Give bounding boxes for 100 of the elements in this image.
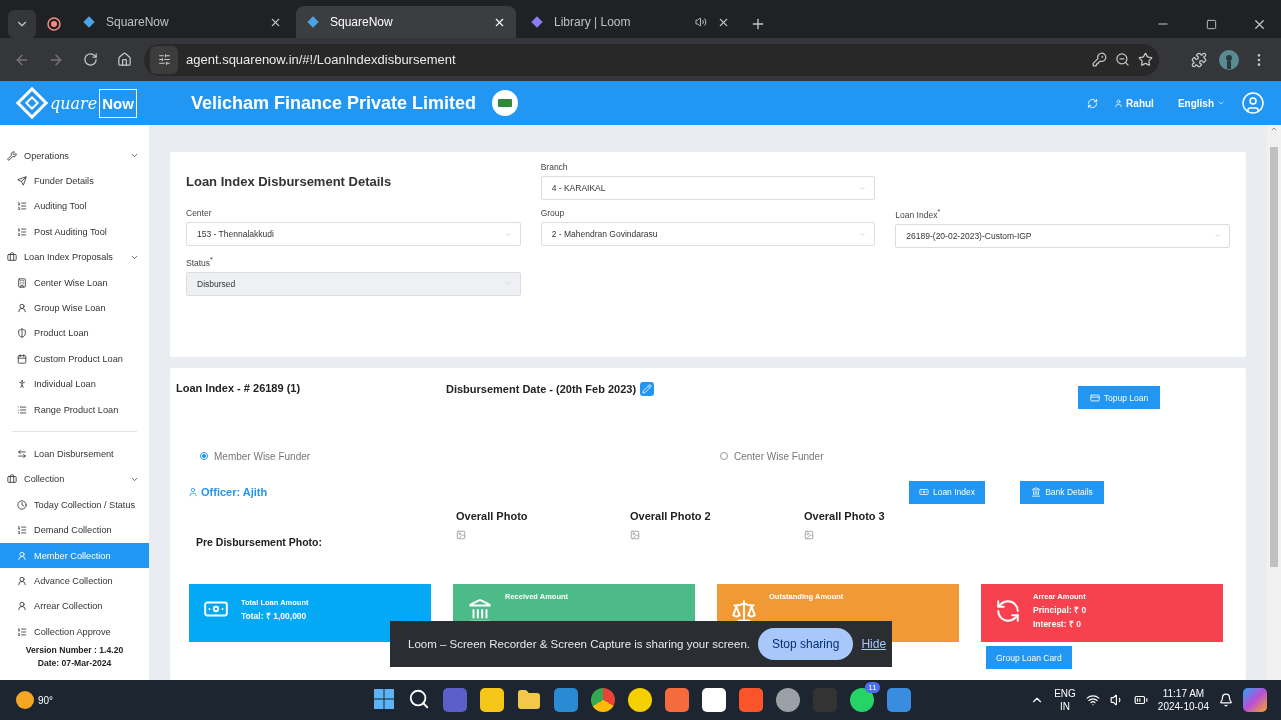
list-icon (17, 226, 27, 237)
chevron-up-icon (1270, 125, 1278, 133)
refresh-icon[interactable] (1087, 97, 1099, 109)
amount-text: Interest: ₹ 0 (1033, 618, 1082, 629)
date-text: Date: 07-Mar-2024 (36, 657, 113, 671)
user-icon (1114, 98, 1124, 108)
sidebar-item[interactable]: Loan Disbursement (0, 441, 149, 467)
photo-title: Overall Photo (456, 510, 529, 522)
field-label: Status$^{*}$ (186, 255, 214, 268)
user-icon (17, 575, 27, 586)
caret-icon (504, 280, 512, 288)
stop-sharing-button[interactable]: Stop sharing (758, 628, 854, 660)
bookmark-icon[interactable] (1138, 52, 1153, 67)
sidebar-group[interactable]: Loan Index Proposals (0, 244, 149, 270)
field-label: Loan Index$^{*}$ (895, 208, 942, 220)
caret-icon (504, 230, 512, 238)
search-icon[interactable] (407, 688, 430, 710)
card-title: Loan Index Disbursement Details (186, 173, 393, 189)
sidebar-item[interactable]: Center Wise Loan (0, 269, 149, 296)
company-logo-icon (492, 90, 518, 116)
briefcase-icon (7, 474, 17, 485)
logo-icon (16, 87, 48, 119)
profile-icon[interactable] (1241, 91, 1265, 115)
person-icon (17, 379, 27, 390)
sidebar-group[interactable]: Operations (0, 143, 149, 169)
broken-image-icon (630, 530, 640, 540)
calendar-icon (17, 353, 27, 364)
sidebar-item[interactable]: Advance Collection (0, 568, 149, 594)
clock[interactable]: 11:17 AM 2024-10-04 (1157, 687, 1209, 713)
sliders-icon (157, 53, 171, 66)
weather-icon[interactable] (14, 689, 36, 711)
caret-icon (1217, 99, 1225, 107)
app-icon[interactable] (849, 688, 874, 712)
app-icon[interactable] (701, 688, 726, 712)
app-icon[interactable] (590, 688, 615, 712)
home-icon (116, 52, 132, 67)
language-indicator[interactable]: ENG IN (1054, 687, 1076, 713)
reload-icon (82, 52, 98, 67)
edit-icon[interactable] (640, 382, 655, 396)
app-icon[interactable] (479, 688, 504, 712)
select-field[interactable]: 4 - KARAIKAL (540, 176, 876, 200)
address-bar[interactable]: agent.squarenow.in/#!/LoanIndexdisbursement (144, 43, 1159, 76)
user-icon (17, 550, 27, 561)
field-label: Branch (540, 162, 569, 172)
site-settings-button[interactable] (150, 45, 178, 74)
sidebar-item[interactable]: Demand Collection (0, 517, 149, 543)
sidebar-group[interactable]: Collection (0, 466, 149, 493)
caret-icon (1214, 232, 1221, 240)
company-name: Velicham Finance Private Limited (190, 92, 476, 114)
key-icon[interactable] (1092, 52, 1107, 67)
amount-text: Principal: ₹ 0 (1033, 604, 1087, 615)
copilot-icon[interactable] (1243, 688, 1267, 712)
version-text: Version Number : 1.4.20 (24, 644, 125, 658)
sidebar-item[interactable]: Collection Approve (0, 619, 149, 645)
zoom-icon[interactable] (1115, 52, 1130, 67)
temperature-text: 90° (38, 694, 54, 706)
banknote-icon (919, 487, 929, 497)
avatar-icon[interactable] (1219, 49, 1239, 70)
sidebar-item[interactable]: Funder Details (0, 168, 149, 194)
sidebar-item[interactable]: Individual Loan (0, 371, 149, 397)
radio-button[interactable] (720, 452, 728, 460)
field-label: Center (186, 208, 213, 218)
notification-badge: 11 (865, 682, 880, 693)
wifi-icon[interactable] (1085, 693, 1100, 707)
send-icon (17, 176, 27, 187)
briefcase-icon (7, 252, 17, 263)
select-field[interactable]: 153 - Thennalakkudi (186, 222, 521, 246)
scale-icon (731, 598, 757, 624)
photo-title: Overall Photo 3 (804, 510, 886, 522)
sidebar-item[interactable]: Auditing Tool (0, 193, 149, 220)
photo-label: Pre Disbursement Photo: (195, 536, 324, 548)
officer-text: Officer: Ajith (201, 486, 268, 498)
sidebar-item[interactable]: Product Loan (0, 320, 149, 347)
sidebar-item[interactable]: Range Product Loan (0, 396, 149, 423)
user-icon (17, 303, 27, 314)
user-icon (17, 601, 27, 612)
browser-tab[interactable]: SquareNow (296, 6, 516, 38)
windows-icon[interactable] (372, 688, 395, 710)
sidebar-item[interactable]: Post Auditing Tool (0, 219, 149, 245)
caret-icon (859, 230, 867, 238)
puzzle-icon (1191, 51, 1207, 68)
radio-button[interactable] (200, 452, 208, 460)
app-icon[interactable] (627, 688, 652, 712)
sidebar-item[interactable]: Group Wise Loan (0, 295, 149, 321)
amount-text: Total: ₹ 1,00,000 (241, 610, 308, 621)
shield-icon (17, 328, 27, 339)
hide-link[interactable]: Hide (861, 637, 887, 651)
restore-icon (1205, 18, 1217, 30)
arrows-icon (17, 449, 27, 459)
folder-icon[interactable] (516, 688, 541, 712)
battery-icon[interactable] (1133, 693, 1148, 707)
sidebar-item[interactable]: Arrear Collection (0, 593, 149, 620)
app-icon[interactable] (775, 688, 800, 712)
sidebar-item[interactable]: Today Collection / Status (0, 492, 149, 518)
bell-icon[interactable] (1219, 693, 1233, 707)
building-icon (17, 277, 27, 288)
select-field[interactable]: 2 - Mahendran Govindarasu (540, 222, 876, 246)
sidebar-item[interactable]: Custom Product Loan (0, 346, 149, 372)
scroll-thumb[interactable] (1270, 147, 1278, 567)
select-field[interactable]: 26189-(20-02-2023)-Custom-IGP (895, 223, 1230, 248)
